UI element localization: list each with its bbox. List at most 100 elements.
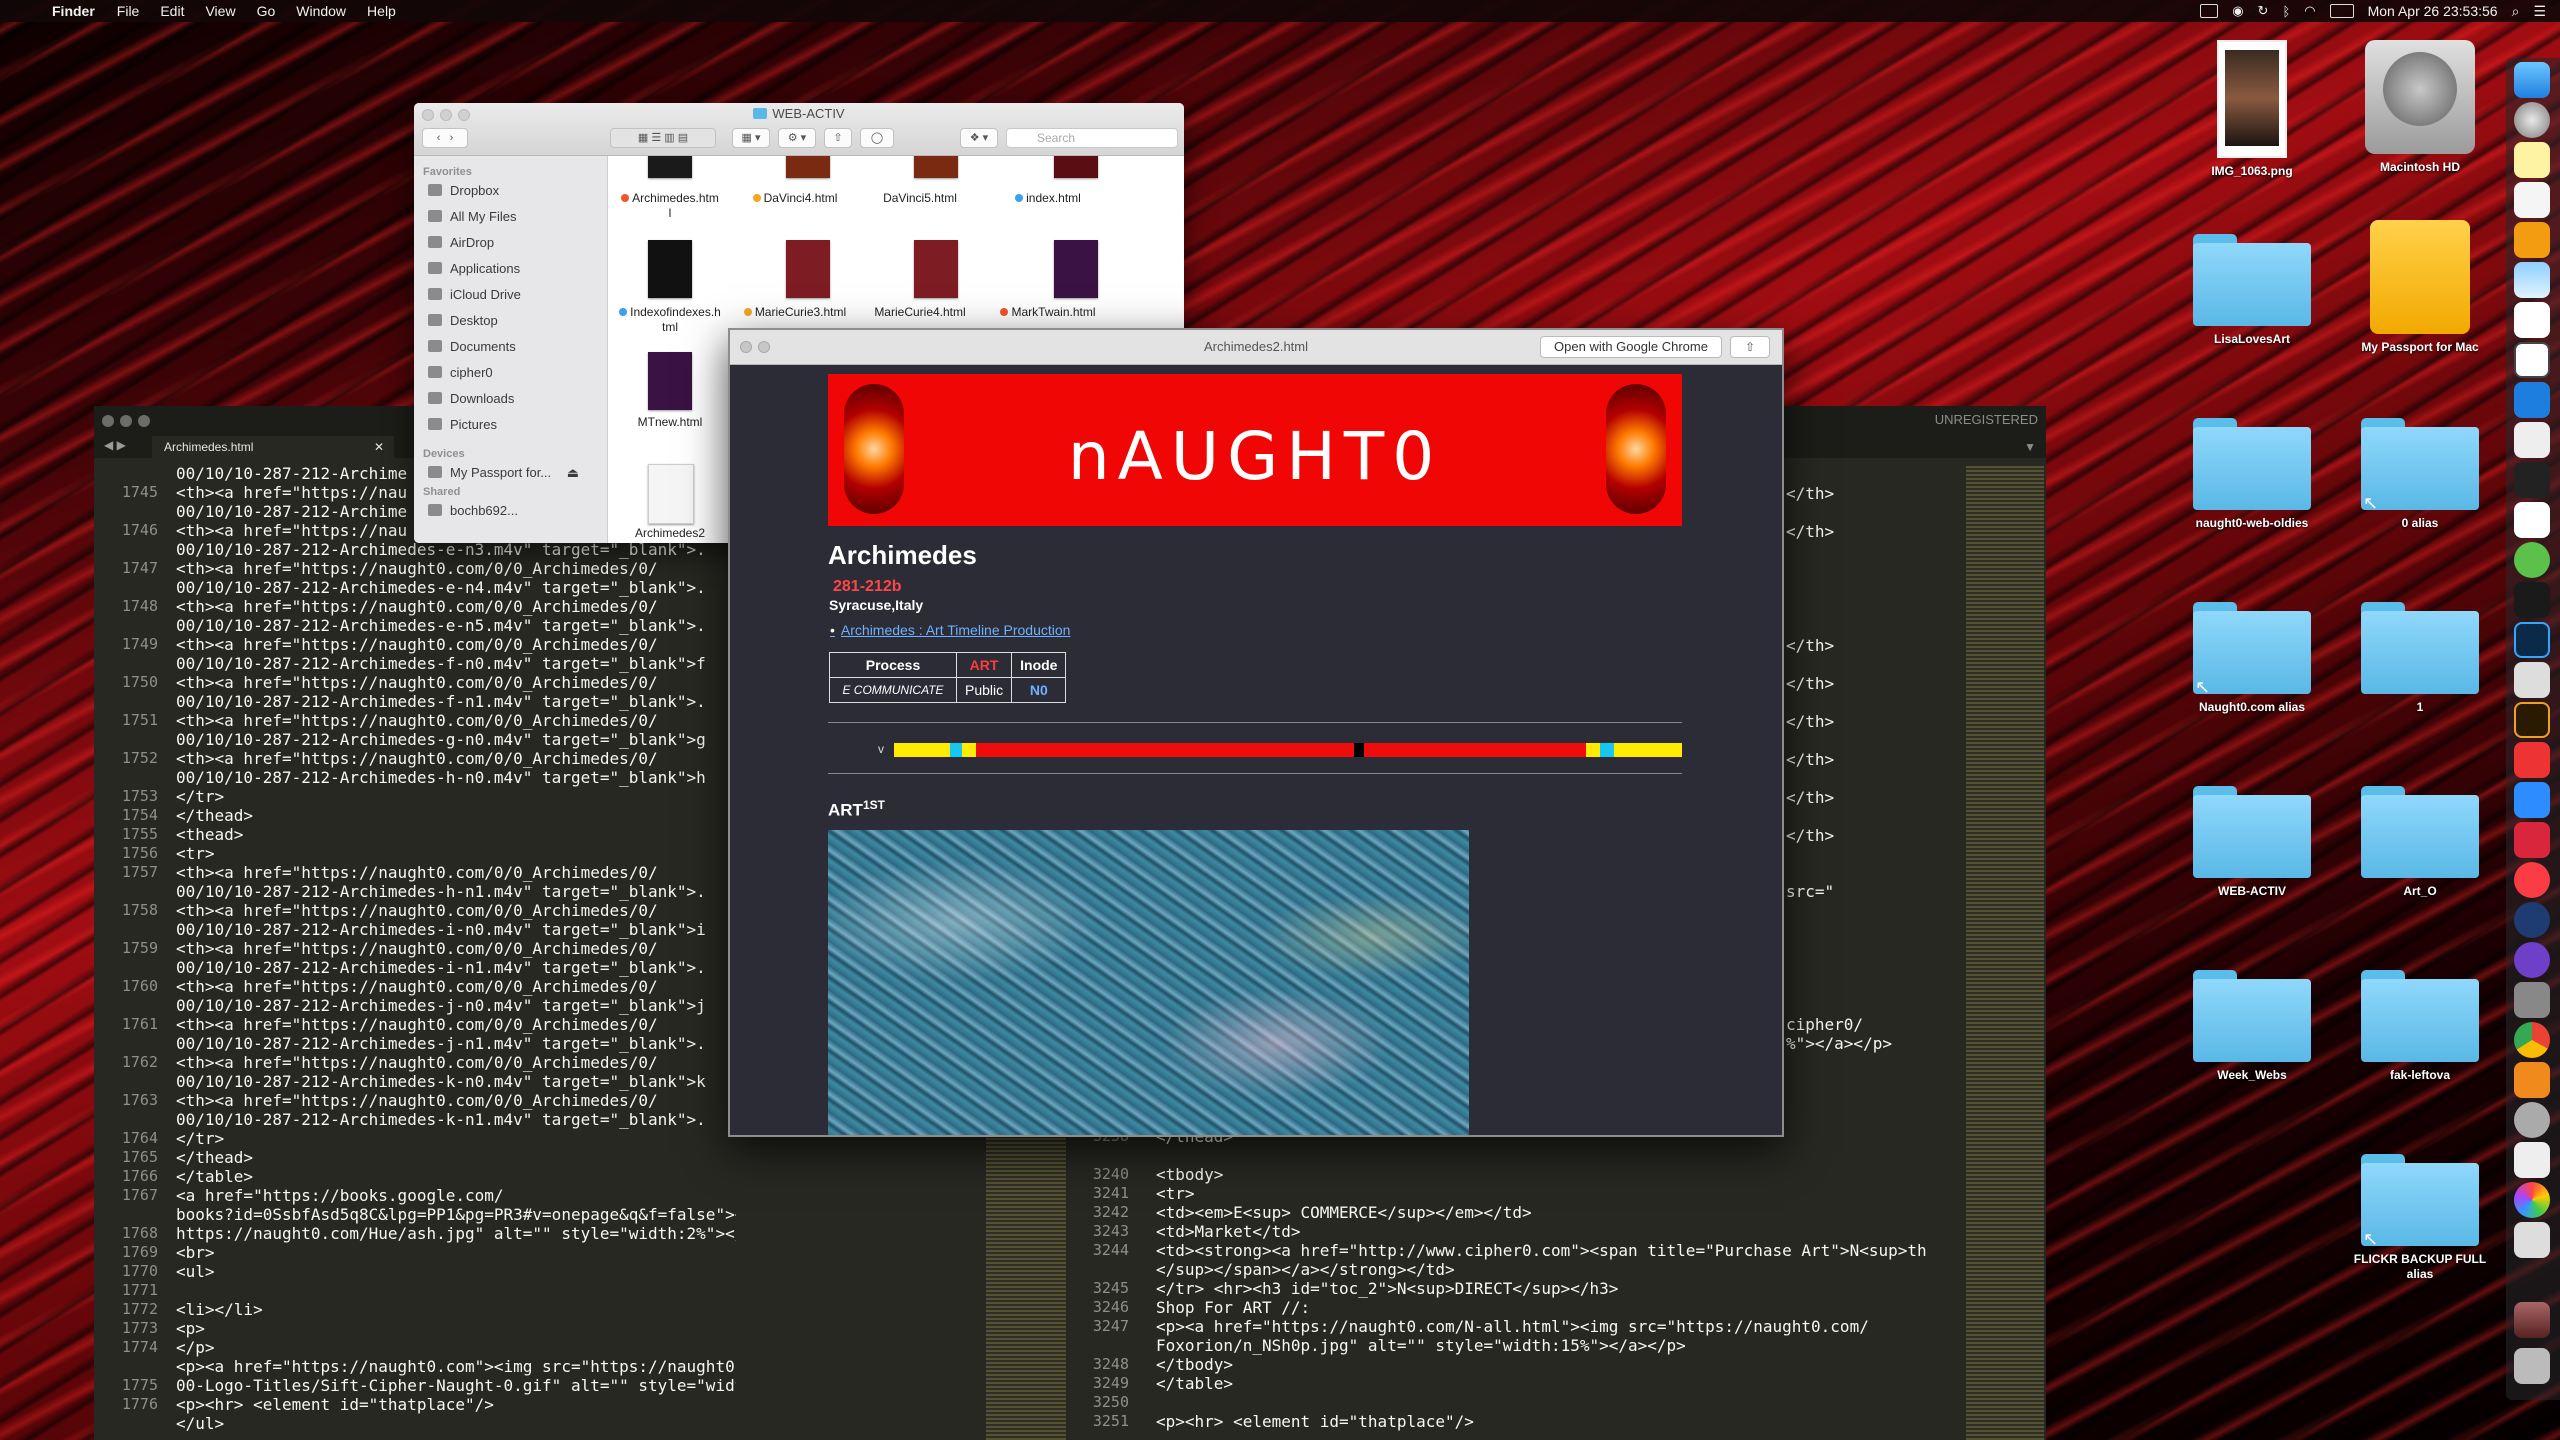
finder-search-input[interactable]: Search (1006, 128, 1178, 148)
minimap-left[interactable] (986, 1106, 1066, 1440)
file-thumbnail[interactable] (914, 156, 958, 178)
menu-app-name[interactable]: Finder (52, 3, 95, 19)
file-thumbnail[interactable] (1054, 240, 1098, 298)
file-item-4[interactable]: Indexofindexes.h tml (611, 305, 729, 335)
desktop-icon-web-activ[interactable]: WEB-ACTIV (2177, 786, 2327, 899)
status-icon[interactable] (2200, 4, 2219, 18)
editor-tab[interactable]: Archimedes.html ✕ (152, 436, 394, 458)
dropbox-status-icon[interactable]: ◉ (2232, 3, 2243, 19)
pen-tool-dock-icon[interactable] (2514, 662, 2550, 698)
app-dock-icon[interactable] (2514, 902, 2550, 938)
close-window-button[interactable] (102, 415, 114, 427)
dropbox-dock-icon[interactable] (2514, 382, 2550, 418)
notification-center-icon[interactable]: ☰ (2533, 3, 2546, 20)
file-thumbnail[interactable] (648, 352, 692, 410)
sidebar-item-dropbox[interactable]: Dropbox (428, 182, 499, 200)
menu-help[interactable]: Help (367, 3, 396, 19)
app-dock-icon[interactable] (2514, 1142, 2550, 1178)
music-dock-icon[interactable] (2514, 862, 2550, 898)
scrivener-dock-icon[interactable] (2514, 302, 2550, 338)
sidebar-item-downloads[interactable]: Downloads (428, 390, 514, 408)
stickies-dock-icon[interactable] (2514, 142, 2550, 178)
sublime-dock-icon[interactable] (2514, 222, 2550, 258)
sidebar-item-documents[interactable]: Documents (428, 338, 516, 356)
menu-file[interactable]: File (117, 3, 140, 19)
bluetooth-icon[interactable]: ᛒ (2282, 4, 2290, 19)
minimap-right[interactable] (1966, 466, 2044, 1440)
desktop-icon-1[interactable]: 1 (2345, 602, 2495, 715)
sidebar-item-pictures[interactable]: Pictures (428, 416, 497, 434)
trash-dock-icon[interactable] (2514, 1348, 2550, 1384)
timeline-link[interactable]: Archimedes : Art Timeline Production (841, 622, 1071, 638)
view-mode-buttons[interactable]: ▦ ☰ ▥ ▤ (610, 128, 716, 148)
desktop-icon-my-passport[interactable]: My Passport for Mac (2345, 220, 2495, 355)
sidebar-item-applications[interactable]: Applications (428, 260, 520, 278)
wifi-icon[interactable]: ◠ (2304, 3, 2315, 19)
warning-dock-icon[interactable] (2514, 342, 2550, 378)
menu-go[interactable]: Go (257, 3, 276, 19)
sidebar-item-cipher0[interactable]: cipher0 (428, 364, 493, 382)
sidebar-item-desktop[interactable]: Desktop (428, 312, 498, 330)
zoom-window-button[interactable] (138, 415, 150, 427)
app-dock-icon[interactable] (2514, 742, 2550, 778)
chrome-dock-icon[interactable] (2514, 1022, 2550, 1058)
sync-status-icon[interactable]: ↻ (2258, 3, 2269, 19)
menu-edit[interactable]: Edit (160, 3, 184, 19)
photoshop-dock-icon[interactable] (2514, 622, 2550, 658)
photos-dock-icon[interactable] (2514, 1182, 2550, 1218)
messages-dock-icon[interactable] (2514, 542, 2550, 578)
preview-dock-icon[interactable] (2514, 262, 2550, 298)
system-preferences-dock-icon[interactable] (2514, 1102, 2550, 1138)
file-item-2[interactable]: DaVinci5.html (861, 191, 979, 206)
close-tab-icon[interactable]: ✕ (374, 436, 384, 458)
books-dock-icon[interactable] (2514, 1062, 2550, 1098)
sidebar-item-passport[interactable]: My Passport for... ⏏ (428, 464, 579, 482)
file-item-1[interactable]: DaVinci4.html (736, 191, 854, 206)
arrange-button[interactable]: ▦ ▾ (732, 128, 770, 148)
zoom-dock-icon[interactable] (2514, 782, 2550, 818)
open-with-chrome-button[interactable]: Open with Google Chrome (1540, 336, 1722, 358)
menu-window[interactable]: Window (296, 3, 346, 19)
desktop-icon-lisalovesart[interactable]: LisaLovesArt (2177, 234, 2327, 347)
tab-nav-arrows-icon[interactable]: ◀ ▶ (104, 438, 126, 452)
file-item-6[interactable]: MarieCurie4.html (861, 305, 979, 320)
back-forward-buttons[interactable]: ‹ › (422, 128, 468, 148)
github-dock-icon[interactable] (2514, 942, 2550, 978)
calendar-dock-icon[interactable] (2514, 502, 2550, 538)
file-item-9[interactable]: Archimedes2 (611, 526, 729, 541)
file-item-8[interactable]: MTnew.html (611, 415, 729, 430)
finder-dock-icon[interactable] (2514, 62, 2550, 98)
sidebar-item-airdrop[interactable]: AirDrop (428, 234, 494, 252)
tab-dropdown-icon[interactable]: ▼ (2024, 440, 2036, 454)
contacts-dock-icon[interactable] (2514, 422, 2550, 458)
eject-icon[interactable]: ⏏ (567, 465, 579, 480)
share-icon[interactable]: ⇧ (824, 128, 852, 148)
recent-item-dock-icon[interactable] (2514, 1302, 2550, 1338)
desktop-icon-flickr-backup[interactable]: ↖ FLICKR BACKUP FULL alias (2345, 1154, 2495, 1282)
file-item-3[interactable]: index.html (989, 191, 1107, 206)
file-thumbnail[interactable] (914, 240, 958, 298)
sidebar-item-shared-host[interactable]: bochb692... (428, 502, 518, 520)
file-thumbnail[interactable] (1054, 156, 1098, 178)
desktop-icon-art-o[interactable]: Art_O (2345, 786, 2495, 899)
file-thumbnail[interactable] (648, 240, 692, 298)
desktop-icon-macintosh-hd[interactable]: Macintosh HD (2345, 40, 2495, 175)
minimize-window-button[interactable] (120, 415, 132, 427)
unity-dock-icon[interactable] (2514, 582, 2550, 618)
file-item-7[interactable]: MarkTwain.html (989, 305, 1107, 320)
file-thumbnail[interactable] (648, 156, 692, 178)
artwork-image[interactable] (828, 830, 1469, 1135)
textedit-dock-icon[interactable] (2514, 182, 2550, 218)
spotlight-icon[interactable]: ⌕ (2512, 3, 2520, 20)
code-pane-right[interactable]: </thead> <tbody> <tr> <td><em>E<sup> COM… (1156, 1127, 1956, 1440)
share-icon[interactable]: ⇧ (1730, 336, 1770, 358)
menu-clock[interactable]: Mon Apr 26 23:53:56 (2368, 3, 2498, 19)
desktop-icon-week-webs[interactable]: Week_Webs (2177, 970, 2327, 1083)
desktop-icon-0-alias[interactable]: ↖ 0 alias (2345, 418, 2495, 531)
app-dock-icon[interactable] (2514, 982, 2550, 1018)
launchpad-dock-icon[interactable] (2514, 102, 2550, 138)
dropbox-icon[interactable]: ❖ ▾ (960, 128, 998, 148)
file-thumbnail[interactable] (786, 156, 830, 178)
code-pane-left[interactable]: 00/10/10-287-212-Archime <th><a href="ht… (176, 464, 736, 1440)
desktop-icon-img1063[interactable]: IMG_1063.png (2177, 40, 2327, 179)
